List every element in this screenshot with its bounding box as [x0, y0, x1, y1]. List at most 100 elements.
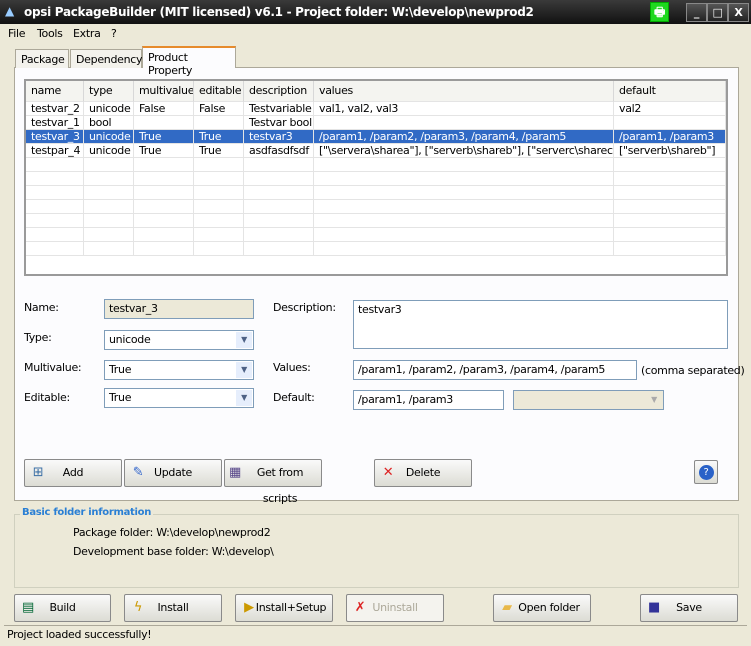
table-row[interactable]: testvar_3 unicode True True testvar3/param1,…	[26, 130, 726, 144]
empty-row	[26, 172, 726, 186]
cell-values: /param1, /param2, /param3, /param4, /par…	[314, 130, 614, 144]
install-setup-icon: ▶	[244, 600, 254, 615]
col-type[interactable]: type	[84, 81, 134, 102]
cell-name	[26, 186, 84, 200]
cell-multivalue	[134, 242, 194, 256]
cell-name	[26, 158, 84, 172]
delete-node-icon: ✕	[382, 465, 394, 480]
default-input[interactable]: /param1, /param3	[353, 390, 504, 410]
chevron-down-icon[interactable]: ▼	[236, 362, 252, 378]
type-value: unicode	[109, 333, 151, 346]
cell-description	[244, 242, 314, 256]
install-setup-button[interactable]: ▶ Install+Setup	[235, 594, 333, 622]
status-bar: Project loaded successfully!	[4, 625, 747, 643]
cell-type: unicode	[84, 130, 134, 144]
name-field[interactable]: testvar_3	[104, 299, 254, 319]
menu-tools[interactable]: Tools	[37, 27, 63, 40]
tab-dependency[interactable]: Dependency	[70, 49, 143, 68]
default-label: Default:	[273, 391, 315, 404]
help-button[interactable]: ?	[694, 460, 718, 484]
menu-help[interactable]: ?	[111, 27, 117, 40]
cell-default	[614, 214, 726, 228]
tab-product-property[interactable]: Product Property	[142, 46, 236, 77]
add-button[interactable]: ⊞ Add	[24, 459, 122, 487]
col-editable[interactable]: editable	[194, 81, 244, 102]
cell-values	[314, 242, 614, 256]
cell-description: testvar3	[244, 130, 314, 144]
floppy-disk-icon: ■	[648, 600, 660, 615]
table-row[interactable]: testvar_2 unicode False False Testvariable va…	[26, 102, 726, 116]
uninstall-button: ✗ Uninstall	[346, 594, 444, 622]
chevron-down-icon[interactable]: ▼	[236, 390, 252, 406]
cell-values	[314, 158, 614, 172]
cell-default	[614, 158, 726, 172]
table-row[interactable]: testpar_4 unicode True True asdfasdfsdf ["\se…	[26, 144, 726, 158]
values-input[interactable]: /param1, /param2, /param3, /param4, /par…	[353, 360, 637, 380]
update-button[interactable]: ✎ Update	[124, 459, 222, 487]
menu-extra[interactable]: Extra	[73, 27, 101, 40]
cell-multivalue	[134, 214, 194, 228]
app-icon: ▲	[5, 4, 14, 18]
cell-type: bool	[84, 116, 134, 130]
cell-name: testvar_1	[26, 116, 84, 130]
editable-value: True	[109, 391, 132, 404]
cell-description	[244, 228, 314, 242]
cell-type	[84, 200, 134, 214]
col-values[interactable]: values	[314, 81, 614, 102]
delete-button[interactable]: ✕ Delete	[374, 459, 472, 487]
minimize-button[interactable]: _	[686, 3, 707, 22]
cell-editable	[194, 186, 244, 200]
edit-icon: ✎	[132, 465, 144, 480]
type-label: Type:	[24, 331, 52, 344]
menu-file[interactable]: File	[8, 27, 26, 40]
cell-type	[84, 172, 134, 186]
cell-editable	[194, 116, 244, 130]
install-button[interactable]: ϟ Install	[124, 594, 222, 622]
cell-multivalue: True	[134, 130, 194, 144]
cell-multivalue	[134, 158, 194, 172]
build-button[interactable]: ▤ Build	[14, 594, 111, 622]
table-row[interactable]: testvar_1 bool Testvar bool	[26, 116, 726, 130]
property-grid[interactable]: name type multivalue editable descriptio…	[24, 79, 728, 276]
folder-icon: ▰	[502, 600, 512, 615]
cell-name	[26, 242, 84, 256]
printer-icon[interactable]: 🖶	[650, 2, 669, 22]
cell-multivalue: False	[134, 102, 194, 116]
get-from-scripts-button[interactable]: ▦ Get from scripts	[224, 459, 322, 505]
editable-select[interactable]: True ▼	[104, 388, 254, 408]
tab-package[interactable]: Package	[15, 49, 69, 68]
name-label: Name:	[24, 301, 59, 314]
cell-editable: True	[194, 144, 244, 158]
cell-default	[614, 116, 726, 130]
description-textarea[interactable]: testvar3	[353, 300, 728, 349]
cell-values	[314, 200, 614, 214]
cell-editable: True	[194, 130, 244, 144]
title-bar: ▲ opsi PackageBuilder (MIT licensed) v6.…	[0, 0, 751, 24]
editable-label: Editable:	[24, 391, 70, 404]
chevron-down-icon[interactable]: ▼	[236, 332, 252, 348]
cell-type	[84, 158, 134, 172]
multivalue-select[interactable]: True ▼	[104, 360, 254, 380]
chevron-down-icon: ▼	[646, 392, 662, 408]
close-button[interactable]: X	[728, 3, 749, 22]
cell-editable	[194, 200, 244, 214]
menu-bar: File Tools Extra ?	[0, 24, 751, 42]
cell-values	[314, 116, 614, 130]
cell-name: testvar_2	[26, 102, 84, 116]
cell-name	[26, 200, 84, 214]
type-select[interactable]: unicode ▼	[104, 330, 254, 350]
maximize-button[interactable]: □	[707, 3, 728, 22]
cell-type: unicode	[84, 102, 134, 116]
col-description[interactable]: description	[244, 81, 314, 102]
open-folder-button[interactable]: ▰ Open folder	[493, 594, 591, 622]
base-folder-text: Development base folder: W:\develop\	[73, 545, 274, 558]
col-multivalue[interactable]: multivalue	[134, 81, 194, 102]
col-name[interactable]: name	[26, 81, 84, 102]
cell-editable	[194, 228, 244, 242]
col-default[interactable]: default	[614, 81, 726, 102]
table-icon: ▦	[229, 465, 241, 480]
save-button[interactable]: ■ Save	[640, 594, 738, 622]
cell-description: Testvar bool	[244, 116, 314, 130]
cell-default: ["serverb\shareb"]	[614, 144, 726, 158]
cell-type	[84, 186, 134, 200]
